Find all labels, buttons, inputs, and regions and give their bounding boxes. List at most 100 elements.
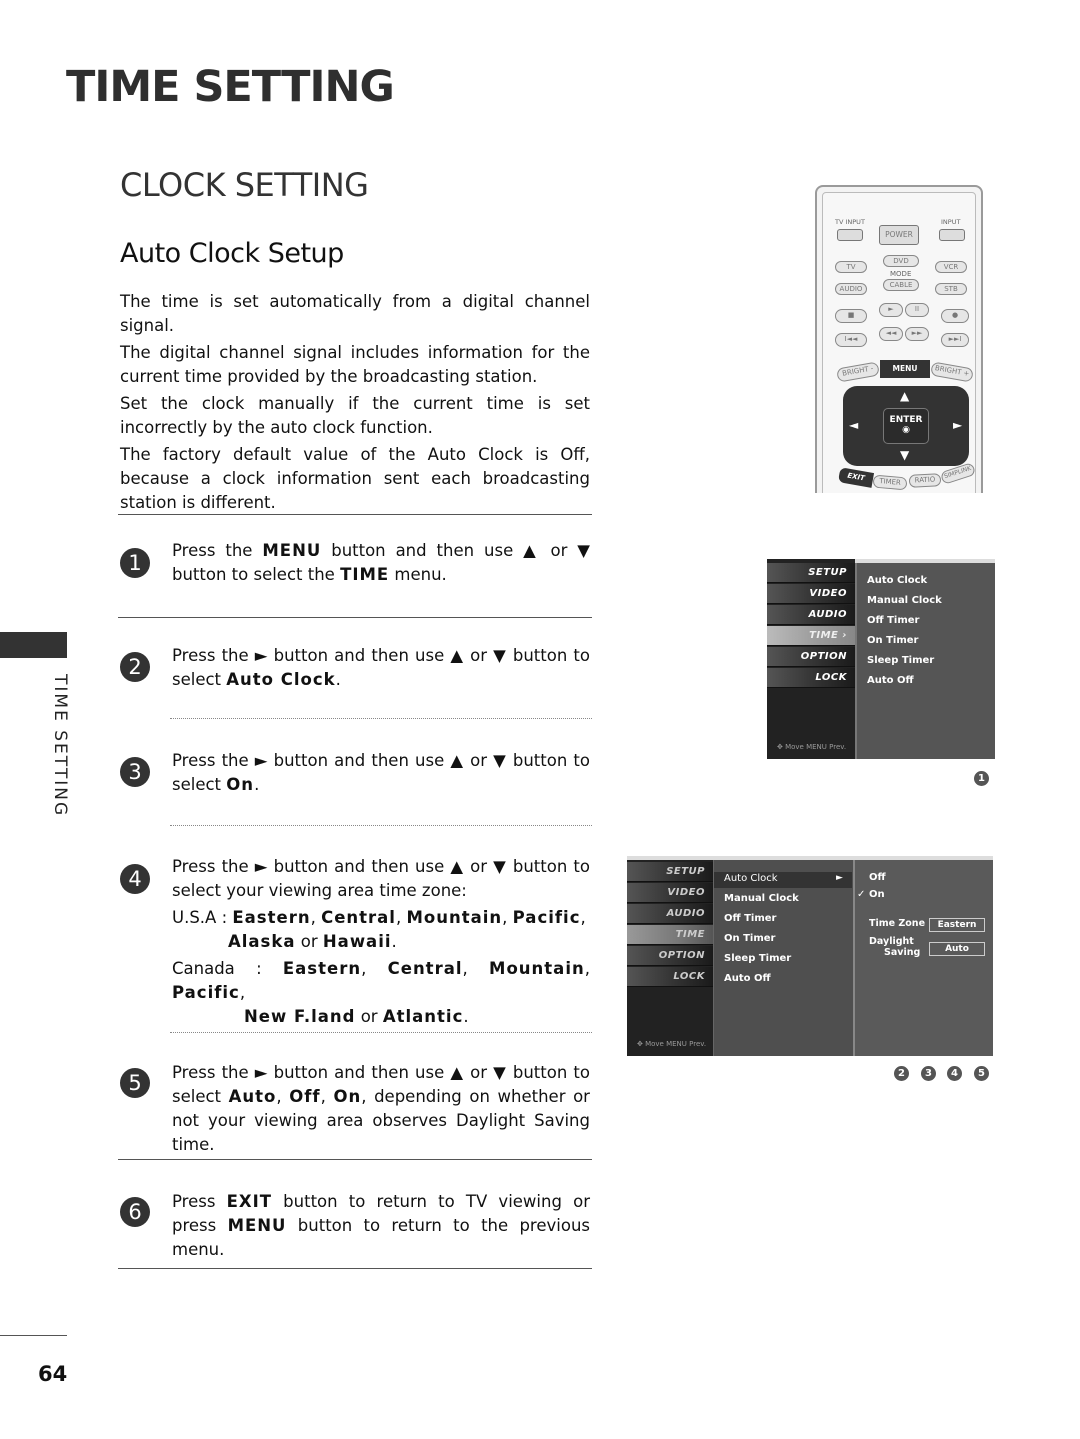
divider: [118, 1159, 592, 1160]
bright-plus-button: BRIGHT +: [930, 361, 974, 383]
mode-dvd-button: DVD: [883, 255, 919, 267]
navigation-pad: ▲ ▼ ◄ ► ENTER ◉: [843, 386, 969, 466]
menu-item-auto-clock[interactable]: Auto Clock: [724, 873, 778, 884]
dotted-divider: [170, 718, 592, 719]
mode-vcr-button: VCR: [935, 261, 967, 273]
dotted-divider: [170, 825, 592, 826]
step-reference-badge: 1: [974, 771, 989, 786]
auto-clock-options-panel: Off ✓ On Time Zone Eastern Daylight Savi…: [853, 860, 993, 1056]
step-text: Press the ► button and then use ▲ or ▼ b…: [172, 646, 590, 689]
menu-item-sleep-timer[interactable]: Sleep Timer: [724, 953, 791, 964]
step-text: Press the ► button and then use ▲ or ▼ b…: [172, 855, 590, 1029]
step-text: Press the MENU button and then use ▲ or …: [172, 541, 590, 584]
input-button: [939, 229, 965, 241]
menu-item-on-timer[interactable]: On Timer: [724, 933, 775, 944]
subsection-title: Auto Clock Setup: [120, 238, 344, 269]
option-on[interactable]: On: [869, 889, 885, 900]
canada-time-zones: Canada : Eastern, Central, Mountain, Pac…: [172, 959, 590, 1026]
mode-tv-button: TV: [835, 261, 867, 273]
step-reference-badge: 3: [921, 1066, 936, 1081]
time-zone-label: Time Zone: [869, 918, 926, 929]
menu-tab-time[interactable]: TIME ›: [767, 626, 855, 646]
stop-button: ■: [835, 309, 867, 323]
section-title: CLOCK SETTING: [120, 166, 369, 204]
menu-tab-audio[interactable]: AUDIO: [767, 605, 855, 625]
menu-item-auto-off[interactable]: Auto Off: [867, 675, 914, 686]
page-title: TIME SETTING: [66, 62, 395, 112]
bright-minus-button: BRIGHT -: [836, 361, 880, 383]
daylight-saving-label-line2: Saving: [884, 947, 921, 958]
divider: [118, 617, 592, 618]
menu-tab-audio[interactable]: AUDIO: [627, 904, 713, 924]
menu-item-manual-clock[interactable]: Manual Clock: [724, 893, 799, 904]
mode-cable-button: CABLE: [883, 279, 919, 291]
chapter-side-label: TIME SETTING: [50, 674, 70, 818]
menu-item-off-timer[interactable]: Off Timer: [867, 615, 919, 626]
rewind-button: ◄◄: [879, 327, 903, 341]
menu-item-manual-clock[interactable]: Manual Clock: [867, 595, 942, 606]
input-label: INPUT: [941, 218, 961, 226]
enter-dot-icon: ◉: [902, 425, 910, 435]
intro-paragraph: The time is set automatically from a dig…: [120, 292, 590, 335]
menu-item-on-timer[interactable]: On Timer: [867, 635, 918, 646]
dotted-divider: [170, 1032, 592, 1033]
daylight-saving-value[interactable]: Auto: [929, 942, 985, 956]
mode-audio-button: AUDIO: [835, 283, 867, 295]
intro-paragraph: Set the clock manually if the current ti…: [120, 394, 590, 437]
step-number-badge: 5: [120, 1068, 150, 1098]
tv-input-label: TV INPUT: [835, 218, 865, 226]
menu-button: MENU: [880, 360, 930, 378]
menu-item-auto-off[interactable]: Auto Off: [724, 973, 771, 984]
menu-tab-video[interactable]: VIDEO: [627, 883, 713, 903]
enter-button: ENTER ◉: [883, 408, 929, 444]
menu-tab-option[interactable]: OPTION: [767, 647, 855, 667]
option-off[interactable]: Off: [869, 872, 886, 883]
usa-time-zones: U.S.A : Eastern, Central, Mountain, Paci…: [172, 908, 586, 951]
time-zone-value[interactable]: Eastern: [929, 918, 985, 932]
menu-tab-option[interactable]: OPTION: [627, 946, 713, 966]
step-reference-badge: 2: [894, 1066, 909, 1081]
tv-menu-screen-1: SETUP VIDEO AUDIO TIME › OPTION LOCK ✥ M…: [767, 559, 995, 759]
daylight-saving-label-line1: Daylight: [869, 936, 914, 947]
play-button: ►: [879, 303, 903, 317]
menu-tab-time[interactable]: TIME: [627, 925, 713, 945]
right-arrow-icon: ►: [953, 418, 963, 432]
exit-button: EXIT: [837, 467, 875, 488]
menu-tab-setup[interactable]: SETUP: [767, 563, 855, 583]
up-arrow-icon: ▲: [900, 389, 910, 403]
step-number-badge: 2: [120, 652, 150, 682]
step-text: Press the ► button and then use ▲ or ▼ b…: [172, 751, 590, 794]
divider: [118, 1268, 592, 1269]
menu-tab-video[interactable]: VIDEO: [767, 584, 855, 604]
menu-tab-lock[interactable]: LOCK: [767, 668, 855, 688]
menu-category-sidebar: SETUP VIDEO AUDIO TIME OPTION LOCK ✥ Mov…: [627, 860, 713, 1056]
menu-item-auto-clock[interactable]: Auto Clock: [867, 575, 927, 586]
footer-rule: [0, 1335, 67, 1336]
power-button: POWER: [879, 225, 919, 245]
intro-paragraph: The factory default value of the Auto Cl…: [120, 445, 590, 512]
menu-category-sidebar: SETUP VIDEO AUDIO TIME › OPTION LOCK ✥ M…: [767, 559, 855, 759]
mode-stb-button: STB: [935, 283, 967, 295]
menu-item-off-timer[interactable]: Off Timer: [724, 913, 776, 924]
menu-footer-hint: ✥ Move MENU Prev.: [777, 743, 847, 751]
menu-item-sleep-timer[interactable]: Sleep Timer: [867, 655, 934, 666]
step-number-badge: 1: [120, 548, 150, 578]
step-reference-badge: 4: [947, 1066, 962, 1081]
chapter-tab: [0, 632, 67, 658]
step-reference-badge: 5: [974, 1066, 989, 1081]
time-submenu: Auto Clock ► Manual Clock Off Timer On T…: [713, 860, 853, 1056]
skip-back-button: I◄◄: [835, 333, 867, 347]
remote-control-illustration: TV INPUT INPUT POWER TV DVD VCR MODE AUD…: [815, 185, 983, 493]
tv-menu-screen-2: SETUP VIDEO AUDIO TIME OPTION LOCK ✥ Mov…: [627, 856, 993, 1056]
tv-input-button: [837, 229, 863, 241]
left-arrow-icon: ◄: [849, 418, 859, 432]
step-text: Press EXIT button to return to TV viewin…: [172, 1192, 591, 1259]
step-number-badge: 6: [120, 1197, 150, 1227]
menu-tab-setup[interactable]: SETUP: [627, 862, 713, 882]
step-number-badge: 4: [120, 864, 150, 894]
time-submenu: Auto Clock Manual Clock Off Timer On Tim…: [855, 563, 995, 759]
menu-tab-lock[interactable]: LOCK: [627, 967, 713, 987]
timer-button: TIMER: [872, 474, 908, 491]
page-number: 64: [38, 1362, 68, 1386]
intro-text: The time is set automatically from a dig…: [120, 290, 590, 518]
